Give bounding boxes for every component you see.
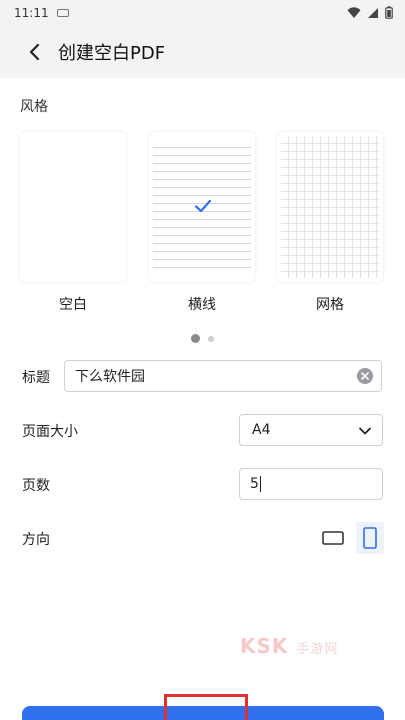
watermark-sub: 手游网 (296, 642, 339, 657)
watermark-brand: KSK (240, 634, 289, 658)
signal-icon (368, 7, 378, 18)
wifi-icon (347, 6, 361, 18)
style-option-grid[interactable] (277, 132, 383, 282)
style-label-lined: 横线 (188, 297, 216, 313)
page-count-label: 页数 (22, 478, 50, 494)
title-label: 标题 (22, 370, 50, 386)
clear-button[interactable] (357, 368, 373, 384)
style-section-label: 风格 (20, 99, 48, 115)
landscape-icon (322, 531, 344, 545)
title-input[interactable]: 下么软件园 (64, 360, 382, 392)
page-dot[interactable] (208, 335, 214, 342)
title-input-value: 下么软件园 (75, 369, 145, 385)
status-time: 11:11 (14, 6, 49, 20)
notification-icon (56, 9, 69, 17)
chevron-left-icon (29, 43, 40, 61)
page-title: 创建空白PDF (58, 43, 166, 64)
chevron-down-icon (359, 427, 371, 435)
page-size-select[interactable]: A4 (239, 414, 383, 446)
status-bar: 11:11 (0, 0, 405, 26)
battery-icon (385, 6, 393, 19)
app-bar: 创建空白PDF (0, 26, 405, 78)
page-size-label: 页面大小 (22, 424, 78, 440)
page-dot-active[interactable] (191, 334, 200, 343)
watermark-logo: KSK 手游网 (240, 634, 338, 658)
grid-pattern (281, 136, 379, 278)
style-label-blank: 空白 (59, 297, 87, 313)
style-option-lined[interactable] (149, 132, 255, 282)
portrait-icon (363, 527, 377, 549)
highlight-box (164, 694, 248, 720)
landscape-button[interactable] (318, 524, 348, 552)
style-label-grid: 网格 (316, 297, 344, 313)
portrait-button[interactable] (356, 522, 384, 554)
page-size-value: A4 (252, 422, 271, 438)
style-option-blank[interactable] (20, 132, 126, 282)
orientation-label: 方向 (22, 532, 50, 548)
style-options: 空白 横线 网格 (0, 128, 405, 318)
text-cursor (259, 476, 261, 492)
check-icon (194, 199, 212, 213)
status-icons (347, 6, 393, 19)
page-indicator (0, 334, 405, 343)
close-icon (361, 372, 369, 380)
page-count-input[interactable]: 5 (239, 468, 383, 500)
back-button[interactable] (12, 30, 56, 74)
page-count-value: 5 (250, 476, 259, 492)
